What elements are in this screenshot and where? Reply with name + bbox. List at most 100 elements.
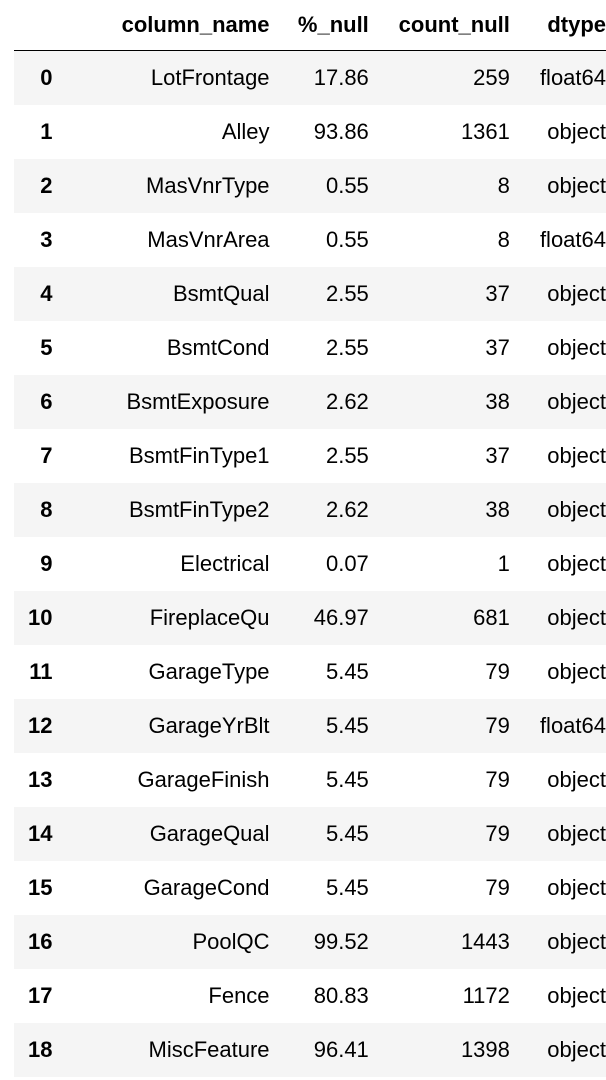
row-index: 7 bbox=[40, 443, 53, 468]
cell-dtype: object bbox=[547, 605, 606, 630]
cell-column-name: Fence bbox=[208, 983, 270, 1008]
cell-column-name: GarageFinish bbox=[137, 767, 270, 792]
row-index: 12 bbox=[28, 713, 53, 738]
table-row: 7 BsmtFinType1 2.55 37 object bbox=[14, 429, 606, 483]
cell-dtype: object bbox=[547, 983, 606, 1008]
cell-count-null: 1398 bbox=[460, 1037, 510, 1062]
cell-pct-null: 99.52 bbox=[313, 929, 369, 954]
cell-count-null: 38 bbox=[485, 389, 510, 414]
row-index: 6 bbox=[40, 389, 53, 414]
pct-null-header: %_null bbox=[271, 0, 371, 51]
row-index: 4 bbox=[40, 281, 53, 306]
cell-pct-null: 2.62 bbox=[325, 389, 369, 414]
cell-dtype: object bbox=[547, 551, 606, 576]
row-index: 2 bbox=[40, 173, 53, 198]
cell-pct-null: 2.55 bbox=[325, 281, 369, 306]
table-row: 3 MasVnrArea 0.55 8 float64 bbox=[14, 213, 606, 267]
cell-count-null: 79 bbox=[485, 821, 510, 846]
cell-pct-null: 0.07 bbox=[325, 551, 369, 576]
cell-count-null: 38 bbox=[485, 497, 510, 522]
row-index: 1 bbox=[40, 119, 53, 144]
cell-dtype: float64 bbox=[539, 65, 606, 90]
cell-column-name: GarageYrBlt bbox=[148, 713, 270, 738]
cell-count-null: 8 bbox=[497, 173, 510, 198]
cell-column-name: BsmtQual bbox=[172, 281, 270, 306]
table-row: 9 Electrical 0.07 1 object bbox=[14, 537, 606, 591]
cell-dtype: object bbox=[547, 119, 606, 144]
table-row: 18 MiscFeature 96.41 1398 object bbox=[14, 1023, 606, 1077]
cell-count-null: 37 bbox=[485, 443, 510, 468]
column-name-header: column_name bbox=[54, 0, 272, 51]
row-index: 15 bbox=[28, 875, 53, 900]
table-row: 2 MasVnrType 0.55 8 object bbox=[14, 159, 606, 213]
cell-dtype: float64 bbox=[539, 713, 606, 738]
cell-column-name: GarageQual bbox=[149, 821, 270, 846]
cell-column-name: PoolQC bbox=[192, 929, 270, 954]
cell-column-name: Alley bbox=[221, 119, 270, 144]
table-row: 8 BsmtFinType2 2.62 38 object bbox=[14, 483, 606, 537]
table-row: 13 GarageFinish 5.45 79 object bbox=[14, 753, 606, 807]
cell-pct-null: 2.55 bbox=[325, 443, 369, 468]
row-index: 17 bbox=[28, 983, 53, 1008]
cell-dtype: object bbox=[547, 659, 606, 684]
table-row: 10 FireplaceQu 46.97 681 object bbox=[14, 591, 606, 645]
table-row: 12 GarageYrBlt 5.45 79 float64 bbox=[14, 699, 606, 753]
row-index: 0 bbox=[40, 65, 53, 90]
cell-pct-null: 17.86 bbox=[313, 65, 369, 90]
cell-pct-null: 5.45 bbox=[325, 767, 369, 792]
cell-count-null: 37 bbox=[485, 335, 510, 360]
cell-pct-null: 2.55 bbox=[325, 335, 369, 360]
cell-dtype: object bbox=[547, 767, 606, 792]
cell-column-name: MasVnrArea bbox=[147, 227, 270, 252]
cell-column-name: BsmtExposure bbox=[126, 389, 270, 414]
table-row: 16 PoolQC 99.52 1443 object bbox=[14, 915, 606, 969]
cell-count-null: 259 bbox=[473, 65, 510, 90]
cell-pct-null: 5.45 bbox=[325, 659, 369, 684]
row-index: 11 bbox=[29, 659, 53, 684]
count-null-header: count_null bbox=[370, 0, 512, 51]
table-row: 11 GarageType 5.45 79 object bbox=[14, 645, 606, 699]
cell-count-null: 79 bbox=[485, 659, 510, 684]
cell-pct-null: 96.41 bbox=[313, 1037, 369, 1062]
cell-count-null: 1172 bbox=[462, 983, 510, 1008]
table-row: 1 Alley 93.86 1361 object bbox=[14, 105, 606, 159]
cell-column-name: BsmtFinType2 bbox=[128, 497, 270, 522]
cell-dtype: object bbox=[547, 389, 606, 414]
cell-count-null: 1443 bbox=[460, 929, 510, 954]
table-row: 0 LotFrontage 17.86 259 float64 bbox=[14, 50, 606, 105]
table-row: 6 BsmtExposure 2.62 38 object bbox=[14, 375, 606, 429]
cell-count-null: 1361 bbox=[460, 119, 510, 144]
row-index: 16 bbox=[28, 929, 53, 954]
cell-pct-null: 5.45 bbox=[325, 821, 369, 846]
cell-count-null: 79 bbox=[485, 875, 510, 900]
row-index: 13 bbox=[28, 767, 53, 792]
cell-count-null: 1 bbox=[497, 551, 510, 576]
cell-pct-null: 0.55 bbox=[325, 173, 369, 198]
cell-pct-null: 5.45 bbox=[325, 875, 369, 900]
cell-pct-null: 80.83 bbox=[313, 983, 369, 1008]
row-index: 5 bbox=[40, 335, 53, 360]
row-index: 8 bbox=[40, 497, 53, 522]
cell-dtype: object bbox=[547, 335, 606, 360]
cell-dtype: object bbox=[547, 173, 606, 198]
cell-dtype: object bbox=[547, 443, 606, 468]
cell-pct-null: 0.55 bbox=[325, 227, 369, 252]
cell-dtype: object bbox=[547, 497, 606, 522]
cell-pct-null: 2.62 bbox=[325, 497, 369, 522]
table-row: 14 GarageQual 5.45 79 object bbox=[14, 807, 606, 861]
dtype-header: dtype bbox=[511, 0, 606, 51]
cell-dtype: object bbox=[547, 929, 606, 954]
table-row: 5 BsmtCond 2.55 37 object bbox=[14, 321, 606, 375]
cell-column-name: LotFrontage bbox=[150, 65, 270, 90]
cell-pct-null: 5.45 bbox=[325, 713, 369, 738]
dataframe-table: column_name %_null count_null dtype 0 Lot… bbox=[14, 0, 606, 1077]
cell-count-null: 681 bbox=[473, 605, 510, 630]
row-index: 10 bbox=[28, 605, 53, 630]
cell-column-name: GarageType bbox=[148, 659, 270, 684]
cell-dtype: object bbox=[547, 1037, 606, 1062]
table-body: 0 LotFrontage 17.86 259 float64 1 Alley 93.86 13… bbox=[14, 50, 606, 1077]
table-header: column_name %_null count_null dtype bbox=[14, 0, 606, 51]
cell-count-null: 79 bbox=[485, 713, 510, 738]
cell-count-null: 8 bbox=[497, 227, 510, 252]
table-row: 17 Fence 80.83 1172 object bbox=[14, 969, 606, 1023]
